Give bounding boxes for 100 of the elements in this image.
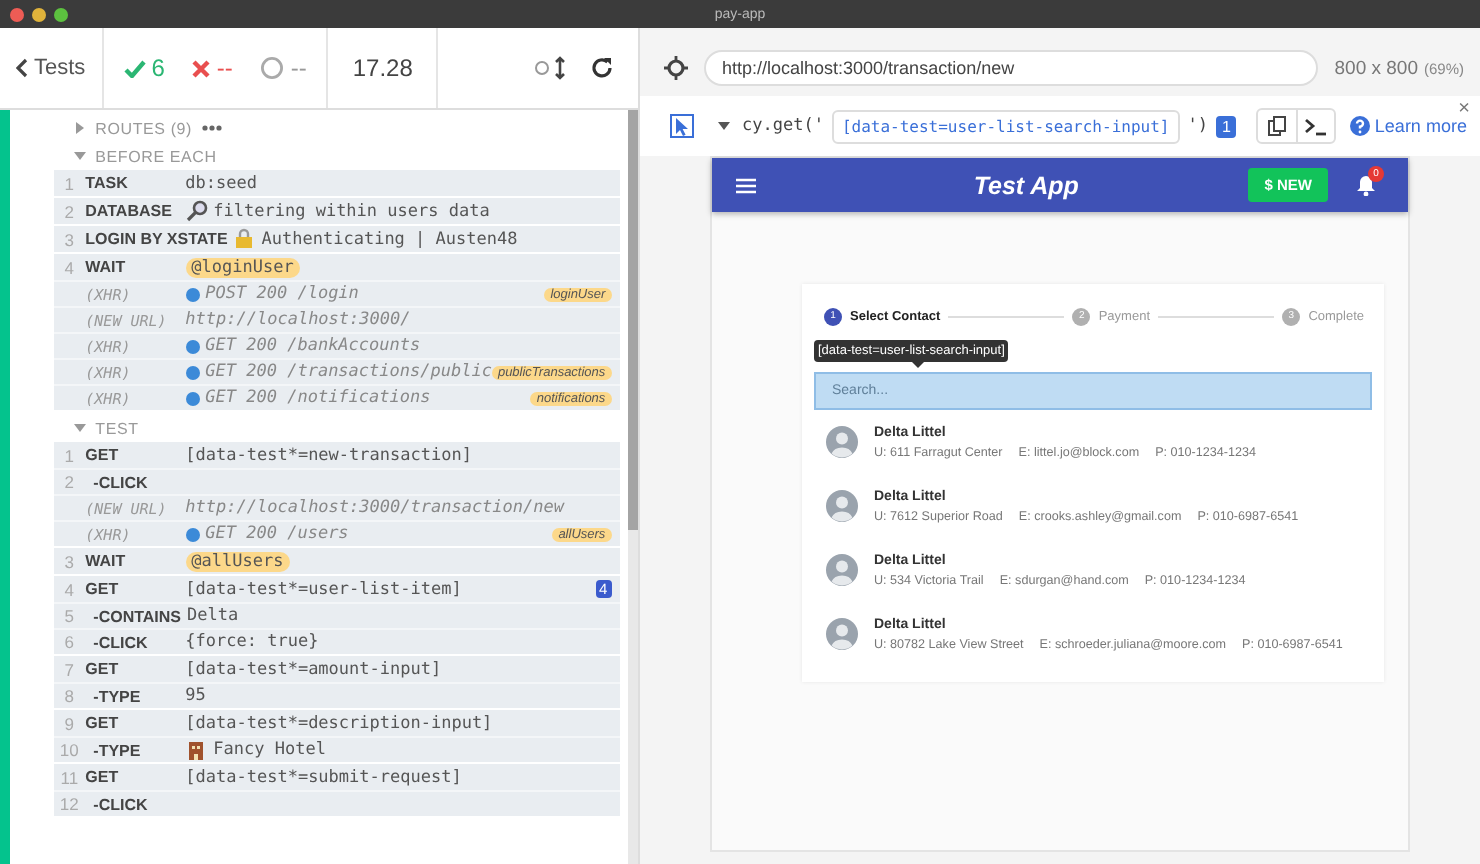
close-light[interactable] <box>10 7 24 21</box>
duration: 17.28 <box>328 28 439 108</box>
avatar <box>826 490 858 522</box>
caret-right-icon <box>73 122 86 134</box>
command-message: Fancy Hotel <box>213 740 326 760</box>
pending-count: -- <box>260 54 307 82</box>
circle-icon <box>260 56 285 80</box>
line-number: 4 <box>62 579 77 599</box>
line-number: 11 <box>58 767 81 787</box>
command-message: filtering within users data <box>213 201 490 221</box>
code-text: cy.get(' <box>742 116 824 136</box>
reload-icon <box>590 56 614 80</box>
line-number: 7 <box>62 659 77 679</box>
minimize-light[interactable] <box>32 7 46 21</box>
log-row[interactable]: 1 GET [data-test*=new-transaction] <box>53 442 620 468</box>
command-name: WAIT <box>85 552 128 570</box>
log-row[interactable]: 12 -CLICK <box>53 790 620 816</box>
command-message: {force: true} <box>185 632 319 652</box>
passed-count: 6 <box>123 54 165 82</box>
tests-button[interactable]: Tests <box>0 28 104 108</box>
log-row[interactable]: 2 DATABASE filtering within users data <box>53 198 620 224</box>
line-number: 3 <box>62 551 77 571</box>
command-message: 95 <box>185 686 206 706</box>
zoom-light[interactable] <box>54 7 68 21</box>
magnifier-icon <box>185 200 208 222</box>
line-number: 6 <box>62 632 77 652</box>
x-icon <box>192 59 211 77</box>
log-row[interactable]: 11 GET [data-test*=submit-request] <box>53 764 620 790</box>
line-number: 3 <box>62 229 77 249</box>
command-message: [data-test*=amount-input] <box>185 659 442 679</box>
command-name: -CLICK <box>91 473 150 491</box>
log-row[interactable]: 10 -TYPE Fancy Hotel <box>53 736 620 762</box>
command-message: http://localhost:3000/ <box>185 310 411 330</box>
reload-button[interactable] <box>590 56 614 80</box>
command-name: GET <box>85 446 121 464</box>
command-name: WAIT <box>85 258 128 276</box>
line-number: 4 <box>62 257 77 277</box>
close-button[interactable]: × <box>1458 98 1470 120</box>
avatar <box>826 618 858 650</box>
log-row[interactable]: 7 GET [data-test*=amount-input] <box>53 656 620 682</box>
cursor-icon <box>674 117 690 135</box>
log-row[interactable]: 3 LOGIN BY XSTATE Authenticating | Austen48 <box>53 226 620 252</box>
selector-playground-button[interactable] <box>664 56 688 80</box>
command-name: -TYPE <box>91 687 143 705</box>
log-row[interactable]: 6 -CLICK {force: true} <box>53 628 620 654</box>
caret-down-icon[interactable] <box>718 120 730 132</box>
command-message: GET 200 /notifications <box>205 388 431 408</box>
line-number: 10 <box>57 740 81 760</box>
command-name: -CLICK <box>91 795 150 813</box>
command-name: DATABASE <box>85 202 174 220</box>
log-row[interactable]: 5 -CONTAINS Delta <box>53 602 620 628</box>
command-message: [data-test*=submit-request] <box>185 767 462 787</box>
app-title: Test App <box>971 171 1081 199</box>
log-row[interactable]: 8 -TYPE 95 <box>53 682 620 708</box>
copy-icon <box>1268 116 1287 136</box>
command-name: GET <box>85 660 121 678</box>
log-row[interactable]: 4 WAIT @loginUser <box>53 254 620 280</box>
command-name: -TYPE <box>91 741 143 759</box>
menu-icon <box>736 177 756 193</box>
command-name: GET <box>85 714 121 732</box>
command-message: Delta <box>187 606 239 626</box>
lock-icon <box>233 228 256 250</box>
url-field[interactable]: http://localhost:3000/transaction/new <box>704 50 1319 86</box>
menu-button[interactable] <box>736 177 756 193</box>
bell-icon <box>1356 174 1376 196</box>
failed-count: -- <box>192 54 233 82</box>
command-message: GET 200 /transactions/public <box>205 362 492 382</box>
chevron-left-icon <box>16 58 28 78</box>
viewport-size: 800 x 800 <box>1334 57 1418 79</box>
scrollbar[interactable] <box>627 110 638 864</box>
caret-down-icon <box>73 422 86 434</box>
log-row[interactable]: 1 TASK db:seed <box>53 170 620 196</box>
command-message: GET 200 /bankAccounts <box>205 336 421 356</box>
command-name: TASK <box>85 174 130 192</box>
log-row[interactable]: 3 WAIT @allUsers <box>53 548 620 574</box>
autoscroll-button[interactable] <box>534 56 570 80</box>
notifications-button[interactable] <box>1356 174 1376 196</box>
check-icon <box>123 59 146 77</box>
line-number: 12 <box>57 794 81 814</box>
line-number: 5 <box>62 606 77 626</box>
selector-field[interactable]: [data-test=user-list-search-input] <box>831 109 1180 143</box>
building-icon <box>185 739 208 761</box>
command-message: GET 200 /users <box>205 524 349 544</box>
log-row[interactable]: 2 -CLICK <box>53 468 620 494</box>
command-name: -CONTAINS <box>91 607 184 625</box>
more-icon <box>202 124 222 132</box>
line-number: 1 <box>62 445 77 465</box>
learn-more-link[interactable]: Learn more <box>1350 116 1467 136</box>
help-icon <box>1350 116 1371 136</box>
caret-down-icon <box>73 150 86 162</box>
log-row[interactable]: 9 GET [data-test*=description-input] <box>53 710 620 736</box>
command-message: [data-test*=user-list-item] <box>185 579 462 599</box>
avatar <box>826 426 858 458</box>
command-message: [data-test*=new-transaction] <box>185 445 472 465</box>
line-number: 9 <box>62 713 77 733</box>
alias-tag: @loginUser <box>185 257 300 277</box>
pick-element-button[interactable] <box>670 114 694 138</box>
terminal-icon <box>1304 117 1329 135</box>
command-name: -CLICK <box>91 633 150 651</box>
autoscroll-icon <box>534 56 570 80</box>
